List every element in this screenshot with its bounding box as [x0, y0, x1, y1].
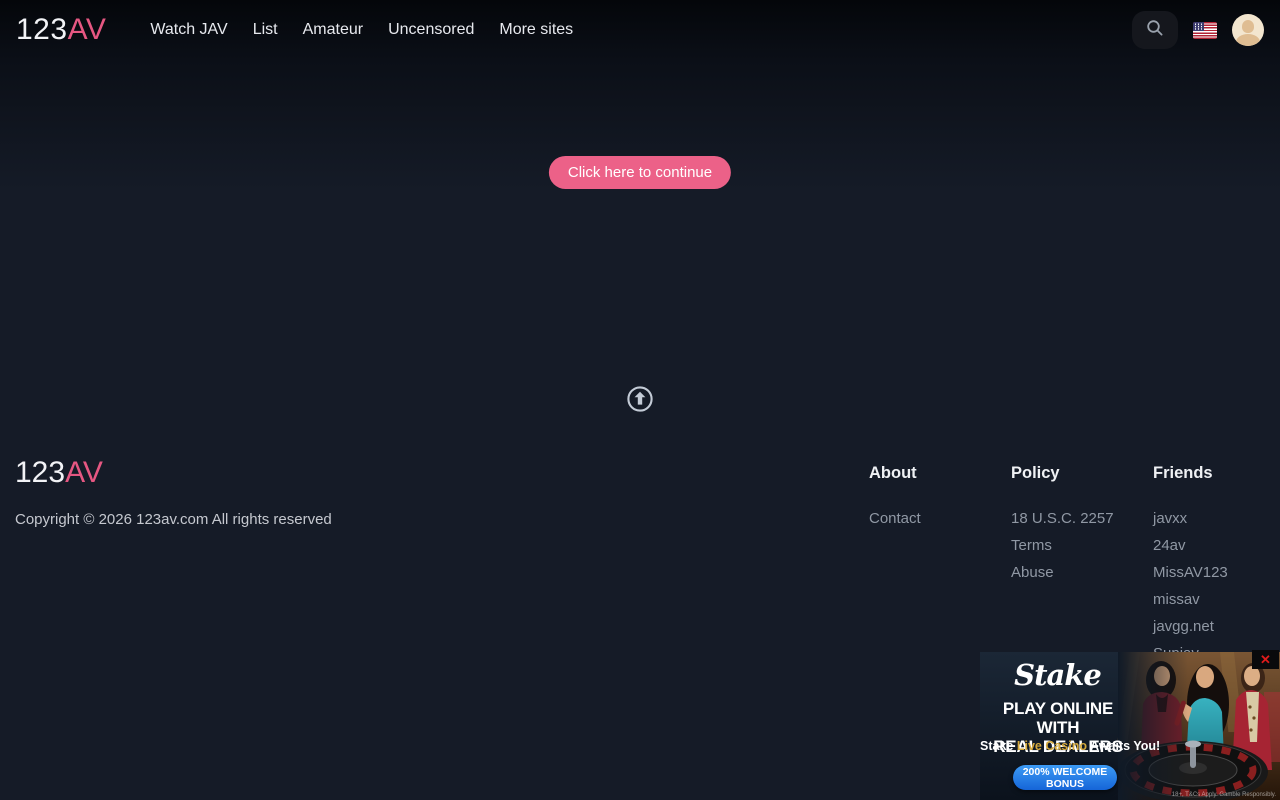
footer-link-javgg[interactable]: javgg.net: [1153, 618, 1280, 636]
ad-close-button[interactable]: ✕: [1252, 650, 1279, 669]
arrow-up-circle-icon: [626, 400, 654, 417]
ad-subline-suffix: Awaits You!: [1087, 739, 1160, 753]
ad-headline-line1: PLAY ONLINE WITH: [1003, 699, 1113, 737]
search-button[interactable]: [1132, 11, 1178, 49]
ad-subline: Stake Live Casino Awaits You!: [980, 739, 1136, 753]
nav-item-more-sites[interactable]: More sites: [499, 21, 573, 39]
user-avatar[interactable]: [1232, 14, 1264, 46]
footer-column-title: Policy: [1011, 464, 1151, 483]
footer-link-abuse[interactable]: Abuse: [1011, 564, 1151, 582]
ad-subline-highlight: Live Casino: [1017, 739, 1087, 753]
footer-link-contact[interactable]: Contact: [869, 510, 1009, 528]
nav-item-watch-jav[interactable]: Watch JAV: [150, 21, 227, 39]
logo-accent: AV: [68, 13, 107, 46]
ad-banner[interactable]: Stake PLAY ONLINE WITH REAL DEALERS Stak…: [980, 652, 1280, 800]
scroll-top-button[interactable]: [626, 385, 654, 413]
footer-link-24av[interactable]: 24av: [1153, 537, 1280, 555]
footer-column-friends: Friends javxx 24av MissAV123 missav javg…: [1153, 464, 1280, 672]
nav-item-list[interactable]: List: [253, 21, 278, 39]
footer-logo[interactable]: 123AV: [15, 456, 103, 490]
ad-bonus-button[interactable]: 200% WELCOME BONUS: [1013, 765, 1117, 790]
navbar-right: [1132, 11, 1264, 49]
nav-item-amateur[interactable]: Amateur: [303, 21, 363, 39]
ad-disclaimer: 18+, T&Cs Apply. Gamble Responsibly.: [1172, 792, 1276, 798]
copyright-text: Copyright © 2026 123av.com All rights re…: [15, 511, 332, 528]
footer-logo-prefix: 123: [15, 456, 65, 489]
footer-column-title: Friends: [1153, 464, 1280, 483]
footer-logo-accent: AV: [65, 456, 103, 489]
footer-link-terms[interactable]: Terms: [1011, 537, 1151, 555]
footer-column-title: About: [869, 464, 1009, 483]
footer-link-javxx[interactable]: javxx: [1153, 510, 1280, 528]
stake-logo: Stake: [980, 658, 1135, 692]
continue-button[interactable]: Click here to continue: [549, 156, 731, 189]
footer-link-missav[interactable]: missav: [1153, 591, 1280, 609]
page: 123AV Watch JAV List Amateur Uncensored …: [0, 0, 1280, 800]
site-logo[interactable]: 123AV: [16, 13, 106, 47]
navbar: 123AV Watch JAV List Amateur Uncensored …: [0, 0, 1280, 60]
nav-links: Watch JAV List Amateur Uncensored More s…: [150, 21, 573, 39]
footer-column-about: About Contact: [869, 464, 1009, 537]
footer-link-2257[interactable]: 18 U.S.C. 2257: [1011, 510, 1151, 528]
ad-subline-prefix: Stake: [980, 739, 1017, 753]
nav-item-uncensored[interactable]: Uncensored: [388, 21, 474, 39]
search-icon: [1146, 19, 1164, 42]
logo-prefix: 123: [16, 13, 68, 46]
us-flag-icon[interactable]: [1193, 22, 1217, 39]
ad-text: Stake PLAY ONLINE WITH REAL DEALERS Stak…: [980, 652, 1280, 800]
footer-link-missav123[interactable]: MissAV123: [1153, 564, 1280, 582]
footer-column-policy: Policy 18 U.S.C. 2257 Terms Abuse: [1011, 464, 1151, 591]
